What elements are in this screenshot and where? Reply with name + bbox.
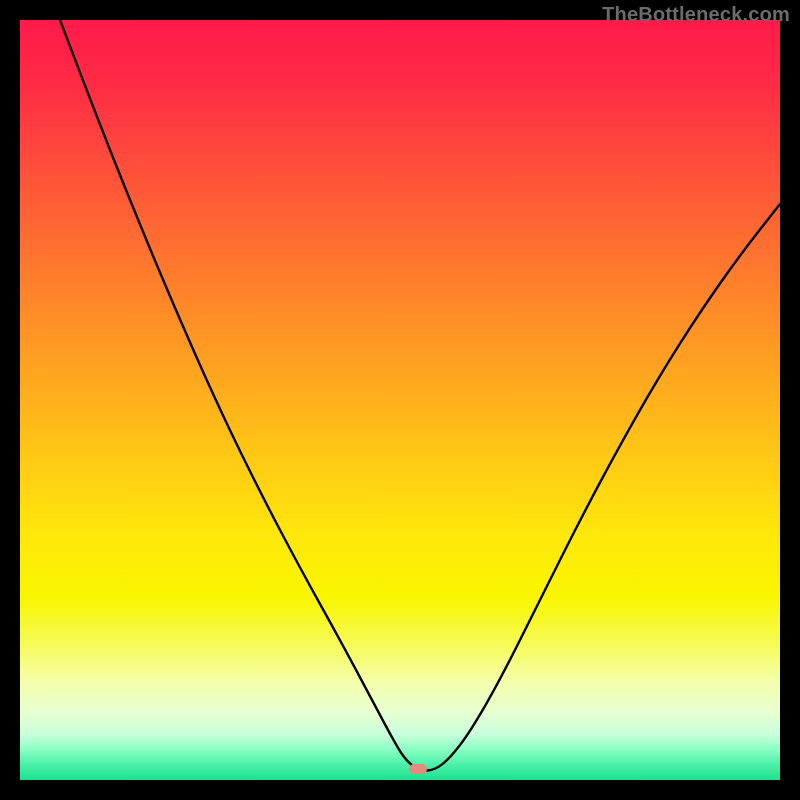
optimal-point-marker [409, 764, 427, 774]
bottleneck-curve [60, 20, 780, 771]
chart-stage: TheBottleneck.com [0, 0, 800, 800]
plot-area [20, 20, 780, 780]
curve-layer [20, 20, 780, 780]
watermark-text: TheBottleneck.com [602, 4, 790, 27]
